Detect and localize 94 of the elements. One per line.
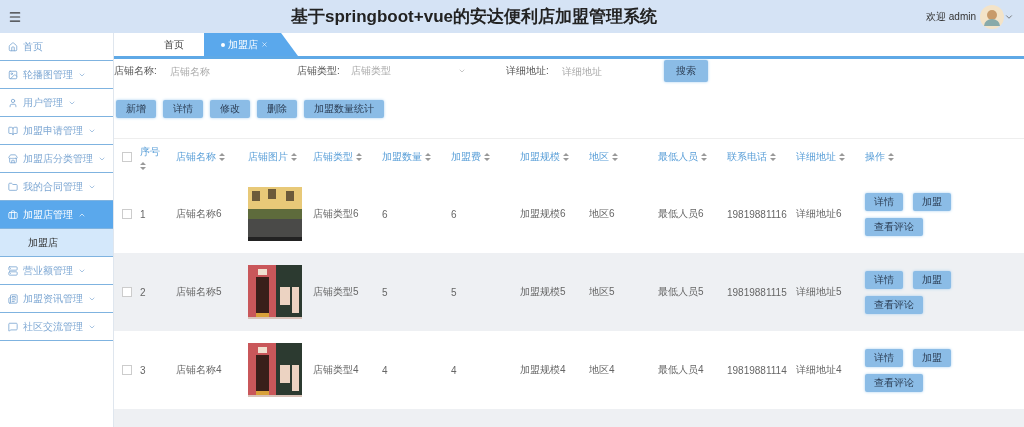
action-button[interactable]: 加盟 <box>913 192 951 211</box>
table-cell-text: 加盟规模4 <box>520 363 567 377</box>
sort-icon[interactable] <box>888 153 894 161</box>
column-header: 加盟费 <box>451 150 481 164</box>
column-header: 详细地址 <box>796 150 836 164</box>
action-button[interactable]: 详情 <box>865 270 903 289</box>
column-header: 地区 <box>589 150 609 164</box>
table-cell-text: 详细地址5 <box>796 285 843 299</box>
column-header: 店铺名称 <box>176 150 216 164</box>
action-button[interactable]: 查看评论 <box>865 217 923 236</box>
column-header: 加盟数量 <box>382 150 422 164</box>
table-cell-text: 详细地址6 <box>796 207 843 221</box>
user-icon <box>8 97 18 108</box>
chevron-down-icon <box>458 67 466 75</box>
sort-icon[interactable] <box>839 153 845 161</box>
table-cell-text: 店铺类型4 <box>313 363 360 377</box>
toolbar-button[interactable]: 修改 <box>210 100 250 118</box>
store-icon <box>8 153 18 164</box>
table-cell-text: 19819881116 <box>727 208 788 220</box>
table-cell-text: 最低人员6 <box>658 207 705 221</box>
field-label: 店铺类型: <box>297 64 341 78</box>
column-header: 联系电话 <box>727 150 767 164</box>
table-cell-text: 加盟规模6 <box>520 207 567 221</box>
toolbar-button[interactable]: 新增 <box>116 100 156 118</box>
column-header: 店铺类型 <box>313 150 353 164</box>
table-cell-text: 店铺名称4 <box>176 363 223 377</box>
book-icon <box>8 125 18 136</box>
table-cell-text: 加盟规模5 <box>520 285 567 299</box>
toolbar-button[interactable]: 加盟数量统计 <box>304 100 384 118</box>
checkbox[interactable] <box>122 365 132 375</box>
table-cell-text: 4 <box>451 364 458 376</box>
action-button[interactable]: 详情 <box>865 192 903 211</box>
action-button[interactable]: 加盟 <box>913 348 951 367</box>
sort-icon[interactable] <box>425 153 431 161</box>
table-cell-text: 2 <box>140 286 147 298</box>
home-icon <box>8 41 18 52</box>
table-cell-text: 5 <box>382 286 389 298</box>
column-header: 最低人员 <box>658 150 698 164</box>
field-label: 店铺名称: <box>114 64 158 78</box>
image-icon <box>8 69 18 80</box>
field-label: 详细地址: <box>506 64 550 78</box>
newspaper-icon <box>8 293 18 304</box>
sort-icon[interactable] <box>770 153 776 161</box>
folder-icon <box>8 181 18 192</box>
table-cell-text: 6 <box>451 208 458 220</box>
checkbox[interactable] <box>122 152 132 162</box>
checkbox[interactable] <box>122 287 132 297</box>
search-button[interactable]: 搜索 <box>664 60 708 82</box>
avatar-icon[interactable] <box>980 4 1004 29</box>
message-icon <box>8 321 18 332</box>
sort-icon[interactable] <box>484 153 490 161</box>
table-cell-text: 19819881114 <box>727 364 788 376</box>
sort-icon[interactable] <box>219 153 225 161</box>
table-cell-text: 3 <box>140 364 147 376</box>
action-button[interactable]: 查看评论 <box>865 373 923 392</box>
table-cell-text: 6 <box>382 208 389 220</box>
table-cell-text: 店铺类型5 <box>313 285 360 299</box>
table-cell-text: 最低人员4 <box>658 363 705 377</box>
sort-icon[interactable] <box>356 153 362 161</box>
table-cell-text: 1 <box>140 208 147 220</box>
sidebar-subitem[interactable]: 加盟店 <box>0 229 113 257</box>
table-cell-text: 最低人员5 <box>658 285 705 299</box>
table-cell-text: 店铺类型6 <box>313 207 360 221</box>
column-header: 序号 <box>140 144 160 159</box>
table-cell-text: 4 <box>382 364 389 376</box>
action-button[interactable]: 加盟 <box>913 270 951 289</box>
toolbar-button[interactable]: 删除 <box>257 100 297 118</box>
welcome-text: 欢迎 admin <box>926 9 976 24</box>
checkbox[interactable] <box>122 209 132 219</box>
table-cell-text: 地区6 <box>589 207 616 221</box>
table-cell-text: 详细地址4 <box>796 363 843 377</box>
menu-icon[interactable] <box>8 9 22 24</box>
server-icon <box>8 265 18 276</box>
sort-icon[interactable] <box>291 153 297 161</box>
sort-icon[interactable] <box>140 161 146 170</box>
close-icon[interactable] <box>260 41 268 48</box>
tab[interactable]: 首页 <box>144 33 204 56</box>
table-cell-text: 5 <box>451 286 458 298</box>
table-cell-text: 地区5 <box>589 285 616 299</box>
column-header: 操作 <box>865 150 885 164</box>
briefcase-icon <box>8 209 18 220</box>
system-title: 基于springboot+vue的安达便利店加盟管理系统 <box>290 6 658 28</box>
table-cell-text: 地区4 <box>589 363 616 377</box>
action-button[interactable]: 查看评论 <box>865 295 923 314</box>
table-cell-text: 19819881115 <box>727 286 788 298</box>
table-cell-text: 店铺名称5 <box>176 285 223 299</box>
column-header: 加盟规模 <box>520 150 560 164</box>
toolbar-button[interactable]: 详情 <box>163 100 203 118</box>
column-header: 店铺图片 <box>248 150 288 164</box>
table-cell-text: 店铺名称6 <box>176 207 223 221</box>
sort-icon[interactable] <box>612 153 618 161</box>
sort-icon[interactable] <box>563 153 569 161</box>
sort-icon[interactable] <box>701 153 707 161</box>
action-button[interactable]: 详情 <box>865 348 903 367</box>
